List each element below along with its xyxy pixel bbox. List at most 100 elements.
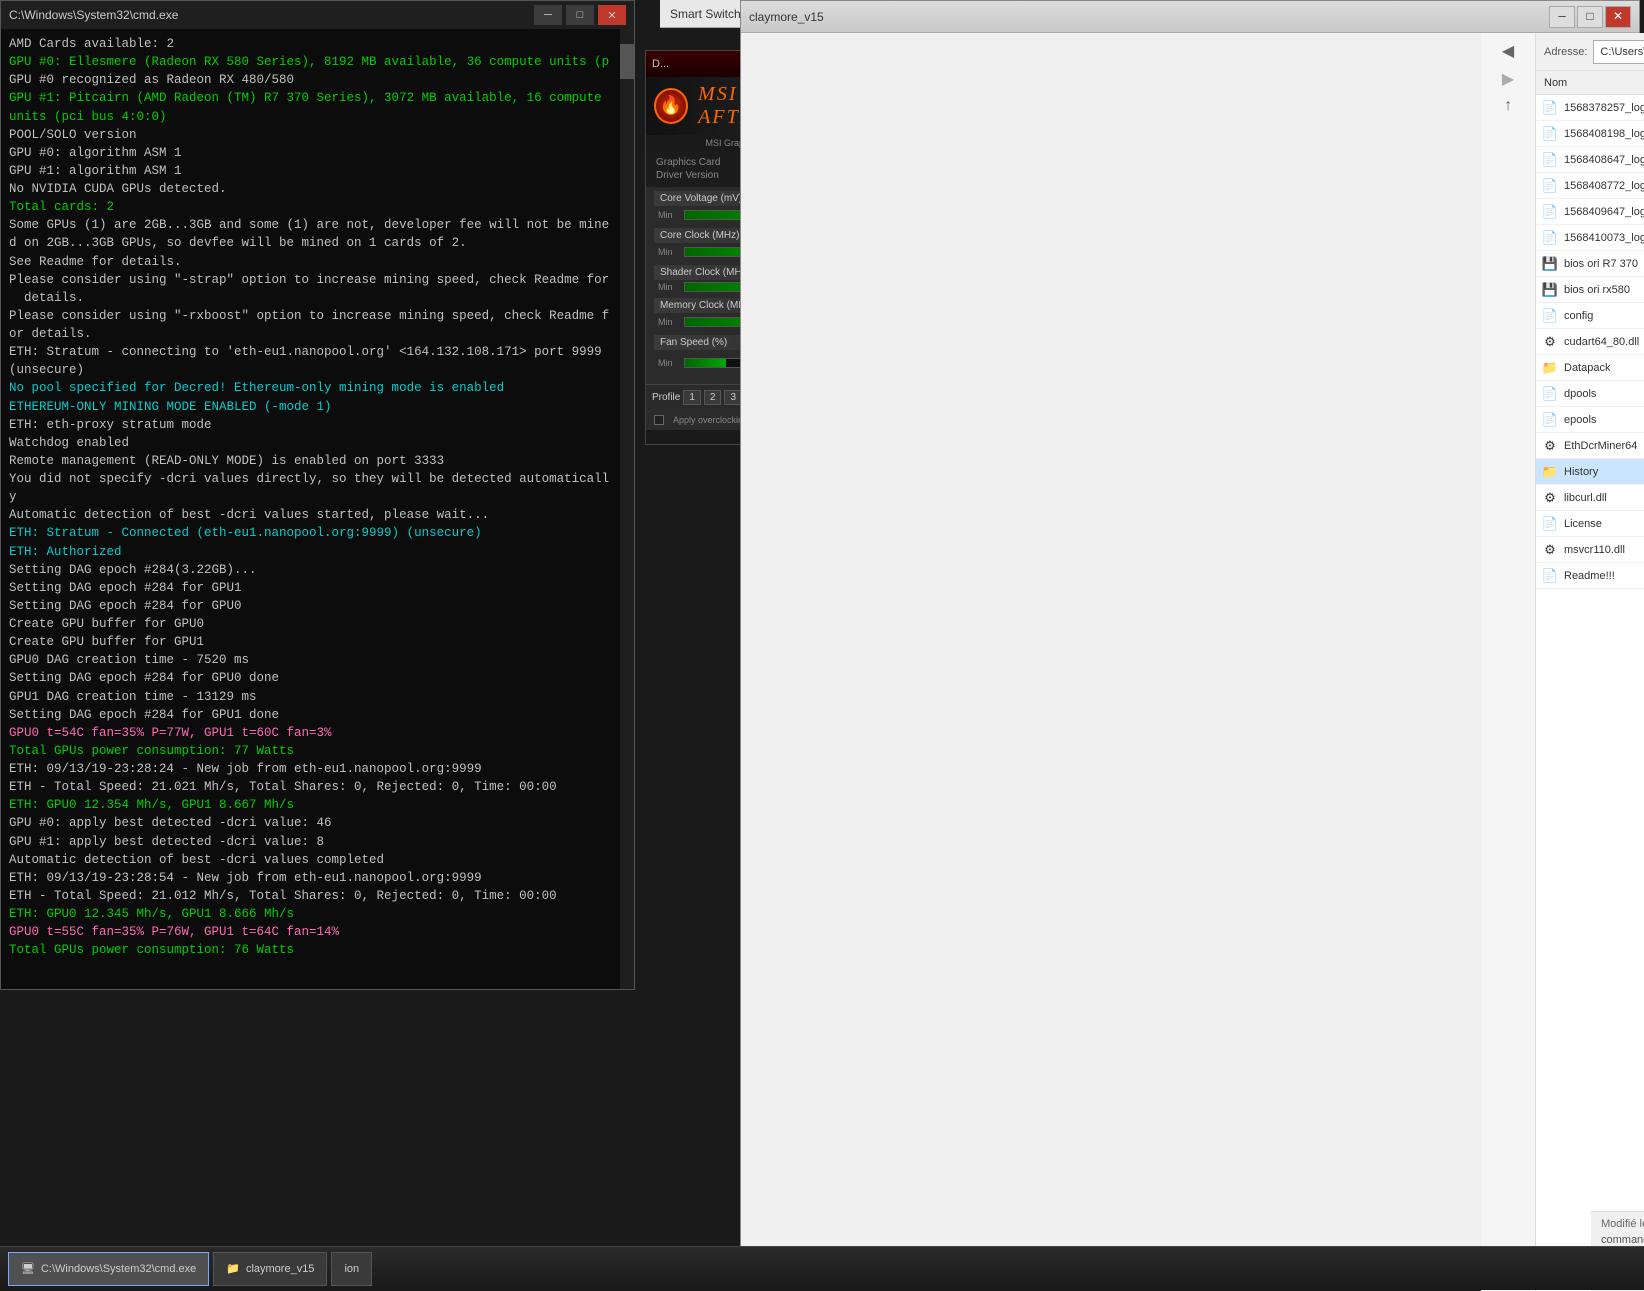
file-icon: 💾 — [1540, 254, 1560, 274]
table-row[interactable]: ⚙cudart64_80.dll08/05/2016 18:57 — [1536, 329, 1644, 355]
ab-slider-2-min: Min — [658, 282, 680, 292]
table-row[interactable]: 📄dpools23/04/2017 16:15 — [1536, 381, 1644, 407]
afterburner-title: D... — [652, 58, 669, 70]
file-icon: 📄 — [1540, 384, 1560, 404]
cmd-window-controls: ─ □ ✕ — [534, 5, 626, 25]
fm-window-controls: ─ □ ✕ — [1549, 6, 1631, 28]
file-icon: 📁 — [1540, 358, 1560, 378]
cmd-line: No pool specified for Decred! Ethereum-o… — [9, 379, 626, 397]
file-icon: 📄 — [1540, 202, 1560, 222]
table-row[interactable]: 📄1568408772_log13/09/2019 23:05 — [1536, 173, 1644, 199]
table-row[interactable]: 💾bios ori rx58012/09/2019 14:19 — [1536, 277, 1644, 303]
cmd-content: AMD Cards available: 2GPU #0: Ellesmere … — [1, 29, 634, 989]
cmd-line: GPU #1: algorithm ASM 1 — [9, 162, 626, 180]
file-icon: 💾 — [1540, 280, 1560, 300]
table-row[interactable]: 📄License27/04/2019 22:57 — [1536, 511, 1644, 537]
file-name: 1568408198_log — [1560, 128, 1644, 140]
cmd-line: ETH - Total Speed: 21.012 Mh/s, Total Sh… — [9, 887, 626, 905]
taskbar: 🖥 C:\Windows\System32\cmd.exe 📁 claymore… — [0, 1246, 1644, 1290]
table-row[interactable]: 📄1568378257_log13/09/2019 14:11 — [1536, 95, 1644, 121]
cmd-scrollbar[interactable] — [620, 29, 634, 989]
fm-sidebar-up[interactable]: ↑ — [1503, 97, 1513, 115]
cmd-line: Remote management (READ-ONLY MODE) is en… — [9, 452, 626, 470]
table-row[interactable]: 📄config25/08/2019 13:34 — [1536, 303, 1644, 329]
cmd-line: See Readme for details. — [9, 253, 626, 271]
cmd-line: Some GPUs (1) are 2GB...3GB and some (1)… — [9, 216, 626, 234]
cmd-line: units (pci bus 4:0:0) — [9, 108, 626, 126]
ab-profile-2[interactable]: 2 — [704, 390, 722, 405]
cmd-line: y — [9, 488, 626, 506]
cmd-line: Total cards: 2 — [9, 198, 626, 216]
cmd-line: GPU1 DAG creation time - 13129 ms — [9, 688, 626, 706]
file-icon: 📄 — [1540, 410, 1560, 430]
cmd-close-button[interactable]: ✕ — [598, 5, 626, 25]
fm-close-button[interactable]: ✕ — [1605, 6, 1631, 28]
file-icon: 📄 — [1540, 228, 1560, 248]
table-row[interactable]: 📄1568408198_log13/09/2019 14:40 — [1536, 121, 1644, 147]
cmd-scrollbar-thumb[interactable] — [620, 44, 634, 79]
file-name: Datapack — [1560, 362, 1644, 374]
file-name: bios ori R7 370 — [1560, 258, 1644, 270]
fm-address-bar[interactable] — [1593, 40, 1644, 64]
table-row[interactable]: ⚙EthDcrMiner6425/08/2019 13:29 — [1536, 433, 1644, 459]
ab-driver-label: Driver Version — [656, 170, 746, 181]
fm-sidebar-back[interactable]: ◀ — [1502, 41, 1514, 61]
file-name: EthDcrMiner64 — [1560, 440, 1644, 452]
cmd-window: C:\Windows\System32\cmd.exe ─ □ ✕ AMD Ca… — [0, 0, 635, 990]
table-row[interactable]: 📁History25/08/2013 13:24 — [1536, 459, 1644, 485]
cmd-line: Create GPU buffer for GPU1 — [9, 633, 626, 651]
cmd-line: ETH: GPU0 12.354 Mh/s, GPU1 8.667 Mh/s — [9, 796, 626, 814]
table-row[interactable]: 📄1568408647_log13/09/2019 22:59 — [1536, 147, 1644, 173]
file-icon: 📄 — [1540, 514, 1560, 534]
table-row[interactable]: 📄epools30/08/2017 22:42 — [1536, 407, 1644, 433]
cmd-line: GPU #0: apply best detected -dcri value:… — [9, 814, 626, 832]
file-name: 1568378257_log — [1560, 102, 1644, 114]
cmd-line: GPU #0: algorithm ASM 1 — [9, 144, 626, 162]
fm-col-name-header: Nom — [1536, 77, 1644, 89]
fm-minimize-button[interactable]: ─ — [1549, 6, 1575, 28]
cmd-line: ETH: eth-proxy stratum mode — [9, 416, 626, 434]
cmd-line: or details. — [9, 325, 626, 343]
ab-profile-label: Profile — [652, 392, 680, 403]
cmd-line: Total GPUs power consumption: 77 Watts — [9, 742, 626, 760]
taskbar-ion-button[interactable]: ion — [331, 1252, 372, 1286]
ab-profile-1[interactable]: 1 — [683, 390, 701, 405]
taskbar-claymore-button[interactable]: 📁 claymore_v15 — [213, 1252, 327, 1286]
fm-sidebar-forward[interactable]: ▶ — [1502, 69, 1514, 89]
taskbar-cmd-button[interactable]: 🖥 C:\Windows\System32\cmd.exe — [8, 1252, 209, 1286]
cmd-minimize-button[interactable]: ─ — [534, 5, 562, 25]
cmd-line: Please consider using "-strap" option to… — [9, 271, 626, 289]
cmd-line: ETH: 09/13/19-23:28:54 - New job from et… — [9, 869, 626, 887]
cmd-line: ETH: Stratum - Connected (eth-eu1.nanopo… — [9, 524, 626, 542]
fm-window-title: claymore_v15 — [749, 10, 824, 24]
fm-maximize-button[interactable]: □ — [1577, 6, 1603, 28]
file-icon: 📄 — [1540, 98, 1560, 118]
ab-graphics-label: Graphics Card — [656, 157, 746, 168]
table-row[interactable]: ⚙msvcr110.dll05/11/2012 22:26 — [1536, 537, 1644, 563]
table-row[interactable]: 📄1568409647_log13/09/2019 23:06 — [1536, 199, 1644, 225]
ab-slider-0-min: Min — [658, 210, 680, 220]
ab-startup-checkbox[interactable] — [654, 415, 664, 425]
file-name: libcurl.dll — [1560, 492, 1644, 504]
table-row[interactable]: ⚙libcurl.dll08/04/2014 20:55 — [1536, 485, 1644, 511]
cmd-line: You did not specify -dcri values directl… — [9, 470, 626, 488]
cmd-line: ETH: Authorized — [9, 543, 626, 561]
cmd-line: Please consider using "-rxboost" option … — [9, 307, 626, 325]
file-icon: ⚙ — [1540, 332, 1560, 352]
cmd-line: Setting DAG epoch #284 for GPU1 — [9, 579, 626, 597]
file-icon: ⚙ — [1540, 488, 1560, 508]
cmd-line: details. — [9, 289, 626, 307]
file-icon: 📄 — [1540, 150, 1560, 170]
table-row[interactable]: 💾bios ori R7 37012/09/2019 14:20 — [1536, 251, 1644, 277]
cmd-line: Setting DAG epoch #284 for GPU0 done — [9, 669, 626, 687]
cmd-line: Automatic detection of best -dcri values… — [9, 851, 626, 869]
fm-toolbar: Adresse: → — [1536, 33, 1644, 71]
afterburner-logo-icon: 🔥 — [654, 88, 688, 124]
table-row[interactable]: 📄Readme!!!17/06/2019 14:17 — [1536, 563, 1644, 589]
cmd-maximize-button[interactable]: □ — [566, 5, 594, 25]
cmd-line: GPU0 DAG creation time - 7520 ms — [9, 651, 626, 669]
cmd-line: ETH: Stratum - connecting to 'eth-eu1.na… — [9, 343, 626, 361]
table-row[interactable]: 📁Datapack07/08/2019 12:19 — [1536, 355, 1644, 381]
cmd-line: Setting DAG epoch #284 for GPU0 — [9, 597, 626, 615]
table-row[interactable]: 📄1568410073_log13/09/2019 23:25 — [1536, 225, 1644, 251]
